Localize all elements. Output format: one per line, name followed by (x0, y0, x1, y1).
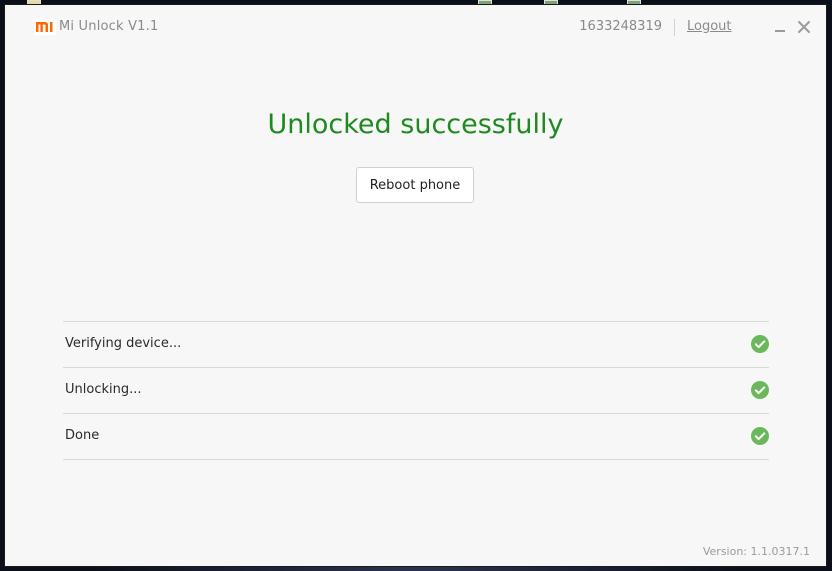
step-label: Verifying device... (65, 336, 182, 351)
check-circle-icon (751, 335, 769, 353)
step-label: Unlocking... (65, 382, 142, 397)
status-headline: Unlocked successfully (267, 109, 564, 140)
version-label: Version: 1.1.0317.1 (702, 545, 810, 558)
reboot-phone-button[interactable]: Reboot phone (356, 167, 474, 203)
check-circle-icon (751, 381, 769, 399)
app-title: Mi Unlock V1.1 (59, 19, 159, 34)
account-id: 1633248319 (579, 19, 662, 34)
mi-unlock-window: Mi Unlock V1.1 1633248319 Logout Unlocke… (4, 4, 827, 567)
minimize-icon[interactable] (772, 19, 788, 35)
step-label: Done (65, 428, 100, 443)
logout-link[interactable]: Logout (687, 19, 732, 34)
step-row: Verifying device... (63, 322, 769, 368)
step-row: Done (63, 414, 769, 460)
check-circle-icon (751, 427, 769, 445)
progress-steps: Verifying device... Unlocking... Done (63, 321, 769, 460)
close-icon[interactable] (796, 19, 812, 35)
divider (674, 19, 675, 36)
mi-logo-icon (34, 19, 56, 35)
step-row: Unlocking... (63, 368, 769, 414)
title-bar[interactable]: Mi Unlock V1.1 1633248319 Logout (5, 5, 826, 49)
